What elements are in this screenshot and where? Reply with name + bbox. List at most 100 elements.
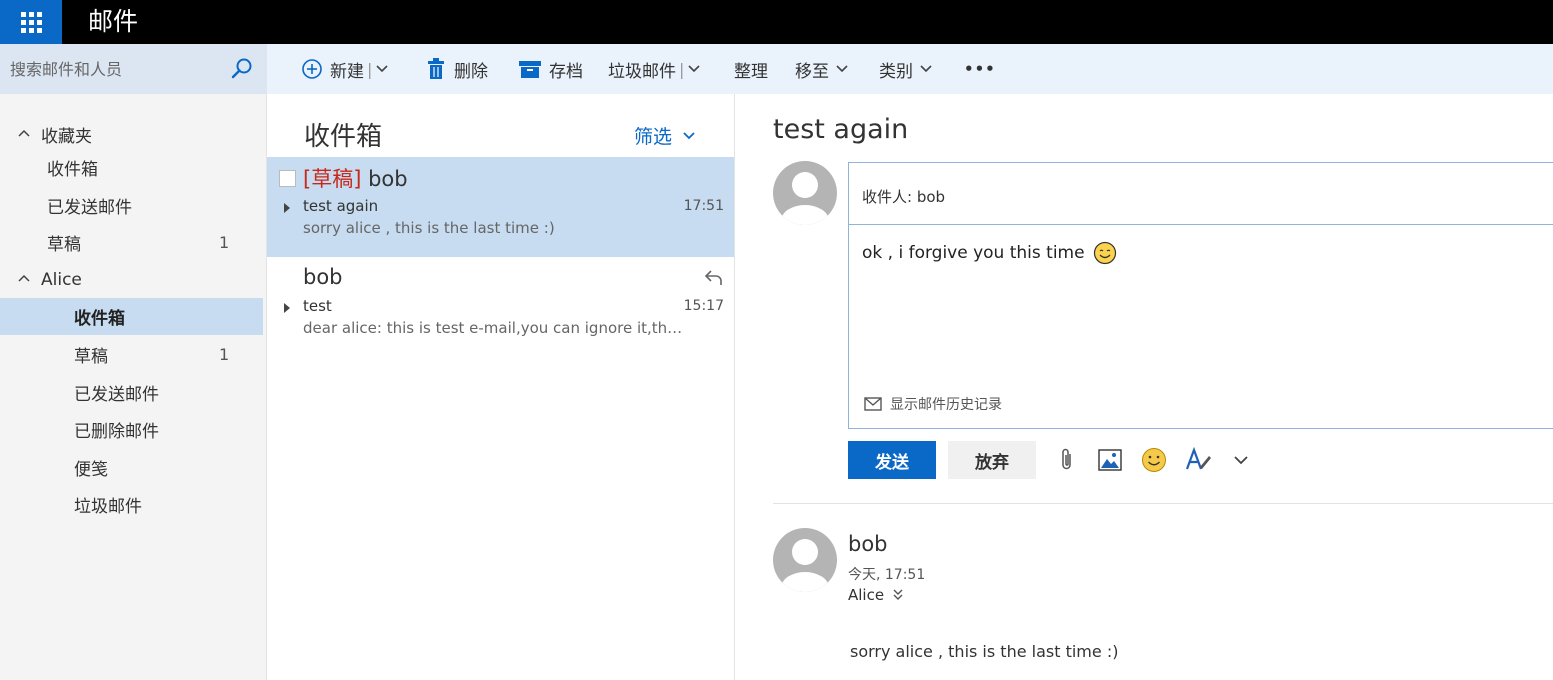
folder-label: 已删除邮件 <box>74 422 159 442</box>
message-sender: [草稿] bob <box>303 163 408 193</box>
folder-deleted[interactable]: 已删除邮件 <box>0 411 263 448</box>
folder-inbox[interactable]: 收件箱 <box>0 298 263 335</box>
waffle-icon <box>20 11 42 33</box>
folder-pane: 收藏夹 收件箱 已发送邮件 草稿 1 Alice 收件箱 草稿 1 已发送邮件 … <box>0 94 267 680</box>
message-subject: test <box>303 297 332 315</box>
more-options-button[interactable] <box>1227 446 1255 474</box>
folder-label: 收件箱 <box>47 160 98 180</box>
message-sender: bob <box>303 265 343 289</box>
search-icon[interactable] <box>230 57 254 81</box>
message-preview: sorry alice , this is the last time :) <box>303 219 555 237</box>
sweep-button[interactable]: 整理 <box>734 44 768 94</box>
message-sender-name[interactable]: bob <box>848 532 888 556</box>
favorites-group-header[interactable]: 收藏夹 <box>0 116 263 153</box>
replied-icon <box>704 270 722 285</box>
filter-label: 筛选 <box>634 126 673 148</box>
chevron-down-icon[interactable] <box>687 62 701 76</box>
sender-avatar <box>773 528 837 592</box>
person-icon <box>781 172 829 225</box>
folder-label: 已发送邮件 <box>74 385 159 405</box>
message-preview: dear alice: this is test e-mail,you can … <box>303 319 683 337</box>
conversation-subject: test again <box>773 114 909 145</box>
top-bar: 邮件 <box>0 0 1553 44</box>
folder-label: 垃圾邮件 <box>74 497 142 517</box>
favorites-label: 收藏夹 <box>41 127 92 147</box>
chevron-down-icon <box>1234 456 1248 465</box>
formatting-button[interactable] <box>1184 446 1212 474</box>
font-format-icon <box>1185 447 1211 470</box>
expand-conversation-icon[interactable] <box>284 203 290 213</box>
folder-label: 草稿 <box>74 347 108 367</box>
search-input[interactable] <box>10 56 220 82</box>
show-history-link[interactable]: 显示邮件历史记录 <box>864 394 1002 414</box>
chevron-down-icon[interactable] <box>375 62 389 76</box>
folder-notes[interactable]: 便笺 <box>0 449 263 486</box>
trash-icon <box>428 58 444 79</box>
insert-emoji-button[interactable] <box>1140 446 1168 474</box>
person-icon <box>781 539 829 592</box>
folder-junk[interactable]: 垃圾邮件 <box>0 486 263 523</box>
new-button[interactable]: 新建 | <box>301 44 389 94</box>
categorize-label: 类别 <box>879 61 913 82</box>
message-item[interactable]: bob test 15:17 dear alice: this is test … <box>267 257 734 357</box>
favorite-folder-drafts[interactable]: 草稿 1 <box>0 224 263 261</box>
search-box <box>0 44 267 94</box>
list-title: 收件箱 <box>304 122 383 152</box>
move-to-button[interactable]: 移至 <box>795 44 849 94</box>
delete-label: 删除 <box>454 61 488 82</box>
to-field[interactable]: 收件人: bob <box>849 163 1553 225</box>
sweep-label: 整理 <box>734 61 768 82</box>
chevron-down-icon <box>836 65 848 73</box>
more-button[interactable]: ••• <box>964 44 996 94</box>
draft-tag: [草稿] <box>303 167 362 191</box>
filter-button[interactable]: 筛选 <box>634 122 696 149</box>
chevron-up-icon <box>18 274 30 282</box>
send-button[interactable]: 发送 <box>848 441 936 479</box>
categorize-button[interactable]: 类别 <box>879 44 933 94</box>
reply-compose: 收件人: bob ok , i forgive you this time 显示… <box>848 162 1553 429</box>
favorite-folder-sent[interactable]: 已发送邮件 <box>0 187 263 224</box>
insert-picture-button[interactable] <box>1096 446 1124 474</box>
folder-drafts[interactable]: 草稿 1 <box>0 336 263 373</box>
folder-sent[interactable]: 已发送邮件 <box>0 374 263 411</box>
expand-conversation-icon[interactable] <box>284 303 290 313</box>
sender-name: bob <box>368 167 408 191</box>
junk-label: 垃圾邮件 <box>608 61 676 82</box>
app-launcher-button[interactable] <box>0 0 62 44</box>
delete-button[interactable]: 删除 <box>427 44 488 94</box>
chevron-up-icon <box>18 129 30 137</box>
archive-icon <box>519 61 541 78</box>
avatar <box>773 161 837 225</box>
to-recipient: bob <box>916 188 946 206</box>
folder-label: 便笺 <box>74 460 108 480</box>
message-subject: test again <box>303 197 379 215</box>
account-group-header[interactable]: Alice <box>0 261 263 298</box>
picture-icon <box>1098 449 1122 471</box>
folder-label: 收件箱 <box>74 309 125 329</box>
folder-label: 已发送邮件 <box>47 198 132 218</box>
message-item[interactable]: [草稿] bob test again 17:51 sorry alice , … <box>267 157 734 257</box>
app-title: 邮件 <box>88 7 139 36</box>
plus-circle-icon <box>302 59 322 79</box>
to-label: 收件人: bob <box>862 188 946 206</box>
message-recipient[interactable]: Alice <box>848 586 904 604</box>
unread-count: 1 <box>219 345 230 364</box>
favorite-folder-inbox[interactable]: 收件箱 <box>0 149 263 186</box>
message-list-pane: 收件箱 筛选 [草稿] bob test again 17:51 sorry a… <box>267 94 735 680</box>
archive-button[interactable]: 存档 <box>519 44 583 94</box>
attach-button[interactable] <box>1053 446 1081 474</box>
message-datetime: 今天, 17:51 <box>848 567 926 583</box>
show-history-label: 显示邮件历史记录 <box>890 397 1002 413</box>
message-checkbox[interactable] <box>279 170 296 187</box>
message-time: 17:51 <box>683 198 724 214</box>
discard-button[interactable]: 放弃 <box>948 441 1036 479</box>
smiley-emoji-icon <box>1093 241 1116 265</box>
folder-label: 草稿 <box>47 235 81 255</box>
paperclip-icon <box>1062 448 1071 470</box>
junk-button[interactable]: 垃圾邮件 | <box>608 44 701 94</box>
new-label: 新建 <box>330 61 364 82</box>
compose-body[interactable]: ok , i forgive you this time <box>862 241 1117 265</box>
chevron-down-icon <box>920 65 932 73</box>
separator: | <box>679 59 685 79</box>
separator: | <box>367 59 373 79</box>
